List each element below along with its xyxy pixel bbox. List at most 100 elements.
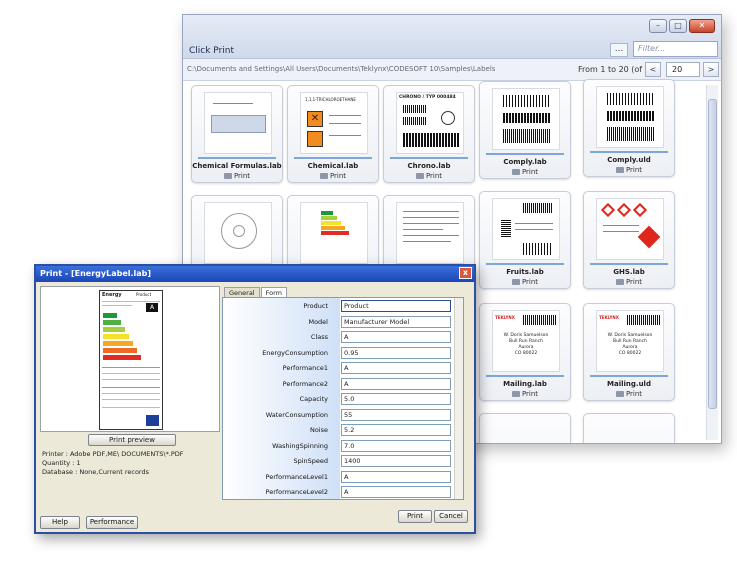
label-card[interactable]: Comply.uld Print [583,79,675,177]
prev-page-button[interactable]: < [645,62,661,77]
label-thumbnail: TEKLYNX W. Doris Samuelson Bull Run Ranc… [492,310,560,372]
label-card[interactable]: 1,1,1-TRICHLOROETHANE ✕ Chemical.lab Pri… [287,85,379,183]
label-name: GHS.lab [613,268,645,276]
printer-icon [319,173,328,179]
label-name: Comply.lab [503,158,547,166]
label-card[interactable]: Chemical Formulas.lab Print [191,85,283,183]
field-label: Class [310,333,328,341]
printer-icon [511,391,520,397]
print-link[interactable]: Print [288,172,378,180]
form-row: Performance1 A [223,361,453,376]
energy-class-bar [103,313,117,318]
field-label: EnergyConsumption [262,348,328,357]
label-thumbnail [596,198,664,260]
help-button[interactable]: Help [40,516,80,529]
dialog-close-button[interactable]: x [459,267,472,279]
label-thumbnail [396,202,464,264]
label-thumbnail: 1,1,1-TRICHLOROETHANE ✕ [300,92,368,154]
grid-scrollbar[interactable] [706,85,718,440]
label-name: Chemical Formulas.lab [192,162,282,170]
field-label: Performance1 [282,364,328,372]
field-label: Performance2 [282,379,328,388]
maximize-button[interactable]: □ [669,19,687,33]
field-input[interactable]: A [341,470,451,483]
print-link[interactable]: Print [192,172,282,180]
field-input[interactable]: 5.2 [341,424,451,436]
next-page-button[interactable]: > [703,62,719,77]
field-label: Product [303,302,328,310]
printer-icon [511,279,520,285]
form-scrollbar[interactable] [454,298,463,499]
label-name: Chemical.lab [307,162,359,170]
label-card[interactable] [583,413,675,443]
title-bar[interactable]: Click Print – □ ✕ ... Filter... [183,15,721,59]
field-input[interactable]: 5.0 [341,393,451,405]
label-thumbnail [204,202,272,264]
energy-class-bar [103,334,129,339]
label-card[interactable]: TEKLYNX W. Doris Samuelson Bull Run Ranc… [479,303,571,401]
label-thumbnail [204,92,272,154]
performance-button[interactable]: Performance [86,516,138,529]
form-row: Performance2 A [223,377,453,392]
scrollbar-thumb[interactable] [708,99,717,409]
printer-icon [615,391,624,397]
form-row: Product Product [223,299,453,314]
label-name: Chrono.lab [407,162,451,170]
field-input[interactable]: 0.95 [341,346,451,359]
printer-icon [615,279,624,285]
label-preview: Energy Product A [40,286,220,432]
print-dialog: Print - [EnergyLabel.lab] x Energy Produ… [34,264,476,534]
field-input[interactable]: A [341,331,451,343]
field-input[interactable]: 7.0 [341,439,451,452]
form-row: Class A [223,330,453,345]
energy-class-bar [103,320,121,325]
label-card[interactable]: Comply.lab Print [479,81,571,179]
print-link[interactable]: Print [480,390,570,398]
dialog-title: Print - [EnergyLabel.lab] [40,269,152,278]
field-input[interactable]: A [341,486,451,498]
field-input[interactable]: Manufacturer Model [341,315,451,328]
field-input[interactable]: A [341,362,451,374]
page-size-select[interactable]: 20 [666,62,700,77]
field-label: PerformanceLevel2 [265,488,328,496]
label-thumbnail [300,202,368,264]
browse-button[interactable]: ... [610,43,628,57]
label-card[interactable]: CHRONO / TYP 000484 Chrono.lab Print [383,85,475,183]
print-link[interactable]: Print [480,278,570,286]
printer-icon [223,173,232,179]
printer-icon [511,169,520,175]
form-row: WashingSpinning 7.0 [223,439,453,454]
label-name: Comply.uld [607,156,651,164]
minimize-button[interactable]: – [649,19,667,33]
field-label: Capacity [299,395,328,403]
print-link[interactable]: Print [584,390,674,398]
energy-class-bar [103,341,133,346]
print-button[interactable]: Print [398,510,432,523]
eu-flag-icon [146,415,159,426]
cancel-button[interactable]: Cancel [434,510,468,523]
label-card[interactable]: Fruits.lab Print [479,191,571,289]
print-link[interactable]: Print [584,166,674,174]
print-link[interactable]: Print [384,172,474,180]
field-label: SpinSpeed [293,457,328,465]
field-input[interactable]: 55 [341,408,451,421]
label-card[interactable]: GHS.lab Print [583,191,675,289]
field-input[interactable]: 1400 [341,455,451,467]
label-card[interactable]: TEKLYNX W. Doris Samuelson Bull Run Ranc… [583,303,675,401]
field-input[interactable]: Product [341,300,451,312]
quantity-info: Quantity : 1 [42,459,81,467]
filter-input[interactable]: Filter... [633,41,718,57]
field-label: PerformanceLevel1 [265,472,328,481]
print-link[interactable]: Print [584,278,674,286]
printer-icon [615,167,624,173]
tab-form[interactable]: Form [260,287,287,297]
form-row: EnergyConsumption 0.95 [223,346,453,361]
print-preview-button[interactable]: Print preview [88,434,176,446]
label-card[interactable] [479,413,571,443]
tab-general[interactable]: General [224,287,260,297]
print-link[interactable]: Print [480,168,570,176]
dialog-title-bar[interactable]: Print - [EnergyLabel.lab] x [36,266,474,282]
field-input[interactable]: A [341,377,451,390]
field-label: Model [308,317,328,326]
close-button[interactable]: ✕ [689,19,715,33]
